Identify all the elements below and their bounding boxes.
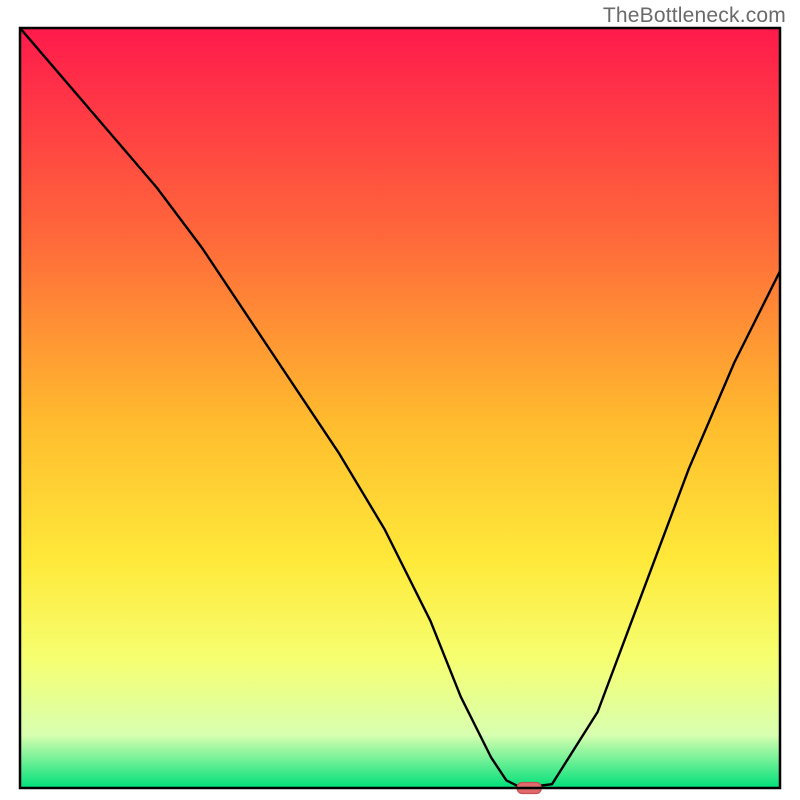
watermark-text: TheBottleneck.com <box>603 4 786 28</box>
chart-stage: TheBottleneck.com <box>0 0 800 800</box>
bottleneck-chart <box>0 0 800 800</box>
plot-gradient-background <box>20 28 780 788</box>
